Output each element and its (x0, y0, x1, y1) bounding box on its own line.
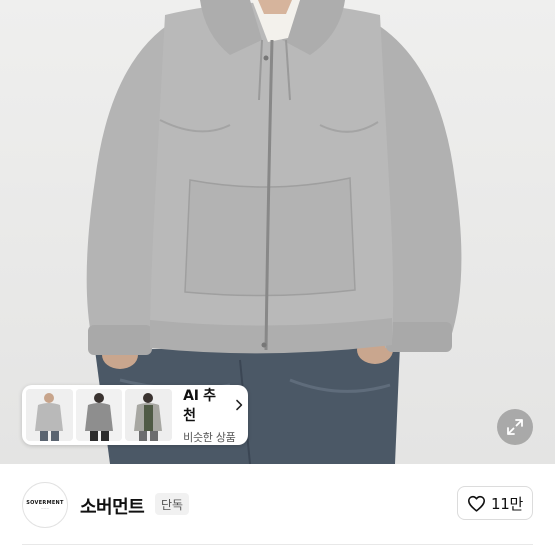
divider (22, 544, 533, 545)
ai-recommendation-card[interactable]: AI 추천 비슷한 상품 (22, 385, 248, 445)
thumbnail-2-image (75, 389, 123, 441)
brand-logo[interactable]: SOVERMENT ——— (22, 482, 68, 528)
expand-button[interactable] (497, 409, 533, 445)
thumbnail-3-image (125, 389, 173, 441)
thumbnail-3[interactable] (125, 389, 173, 441)
expand-icon (507, 419, 523, 435)
like-count: 11만 (491, 494, 523, 513)
thumbnail-1-image (26, 389, 73, 441)
ai-subtitle: 비슷한 상품 (183, 431, 236, 444)
brand-logo-text: SOVERMENT (26, 500, 64, 506)
brand-logo-underline: ——— (40, 507, 50, 510)
exclusive-badge: 단독 (155, 493, 190, 515)
chevron-right-icon (236, 399, 243, 411)
brand-name[interactable]: 소버먼트 (80, 493, 145, 519)
ai-title-row[interactable]: AI 추천 (183, 385, 244, 425)
thumbnail-2[interactable] (75, 389, 123, 441)
ai-text-block: AI 추천 비슷한 상품 (183, 385, 244, 445)
thumbnail-1[interactable] (26, 389, 73, 441)
brand-row: SOVERMENT ——— 소버먼트 단독 11만 (0, 464, 555, 544)
like-button[interactable]: 11만 (457, 486, 533, 520)
ai-title: AI 추천 (183, 388, 216, 424)
heart-outline-icon (468, 495, 485, 512)
